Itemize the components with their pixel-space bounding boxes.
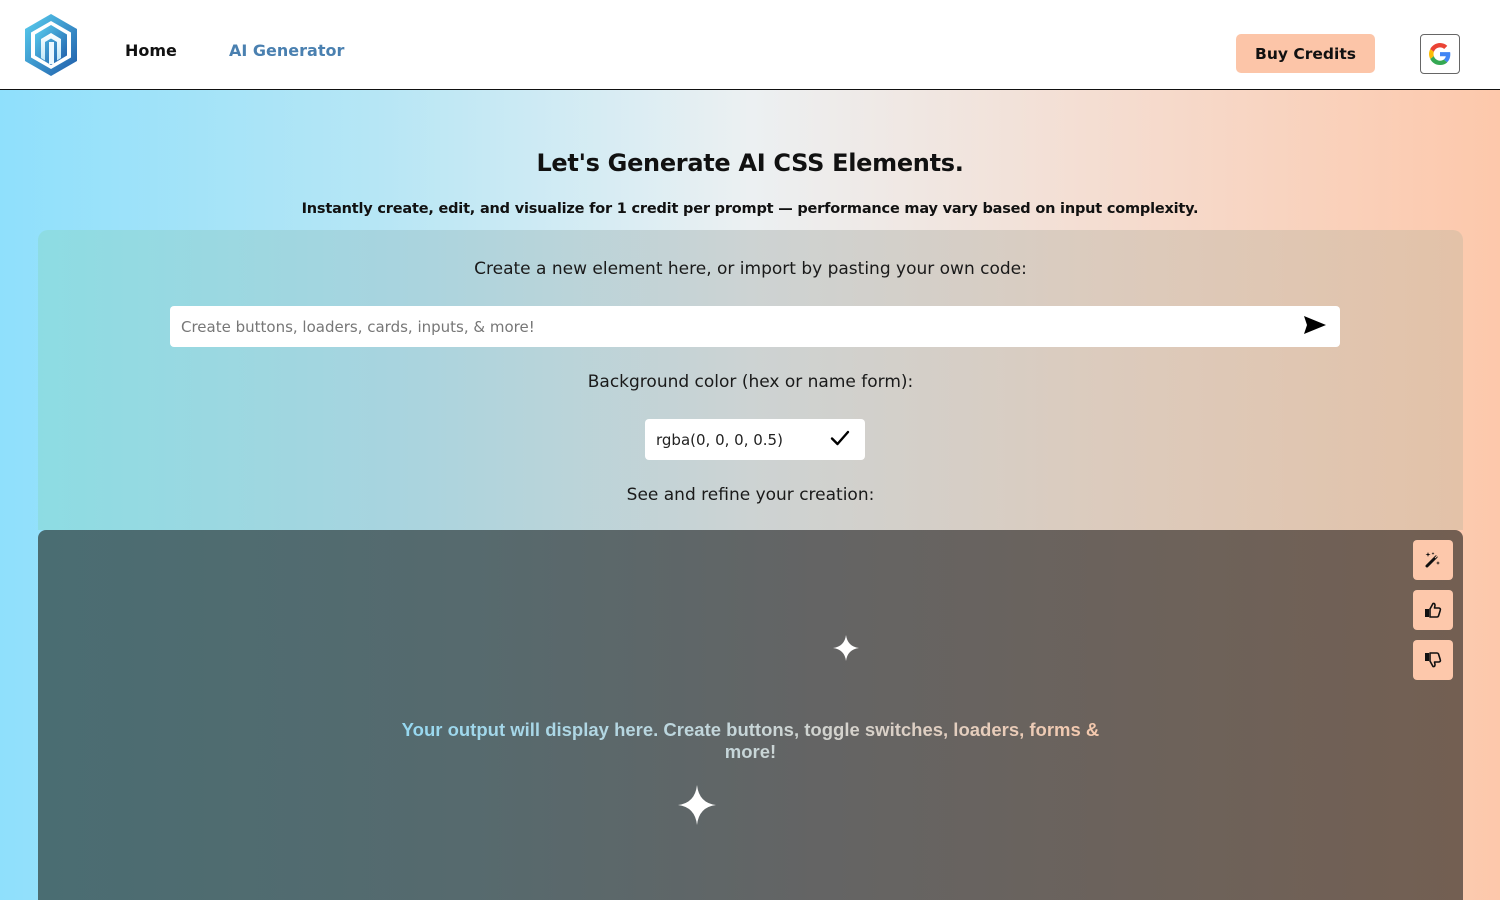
page-title: Let's Generate AI CSS Elements. xyxy=(536,149,964,177)
page-subtitle: Instantly create, edit, and visualize fo… xyxy=(301,201,1199,217)
checkmark-icon xyxy=(830,430,850,446)
google-icon xyxy=(1429,43,1451,65)
thumbs-up-icon xyxy=(1425,602,1442,618)
google-sign-in-button[interactable] xyxy=(1420,34,1460,74)
output-placeholder: Your output will display here. Create bu… xyxy=(383,719,1118,762)
site-logo[interactable] xyxy=(22,12,80,78)
background-color-input[interactable] xyxy=(645,419,815,460)
output-placeholder-text: Your output will display here. Create bu… xyxy=(383,719,1118,763)
generator-section: Let's Generate AI CSS Elements. Instantl… xyxy=(0,90,1500,900)
buy-credits-button[interactable]: Buy Credits xyxy=(1236,34,1375,73)
top-navbar: Home AI Generator Buy Credits xyxy=(0,0,1500,90)
magic-wand-icon xyxy=(1425,552,1440,568)
thumbs-down-icon xyxy=(1425,652,1442,668)
thumbs-down-button[interactable] xyxy=(1413,640,1453,680)
send-button[interactable] xyxy=(1302,314,1328,338)
hexagon-logo-icon xyxy=(25,14,77,76)
prompt-field xyxy=(170,306,1340,347)
confirm-color-button[interactable] xyxy=(829,429,851,449)
send-icon xyxy=(1304,315,1326,334)
refine-label: See and refine your creation: xyxy=(626,485,875,505)
output-preview-area: Your output will display here. Create bu… xyxy=(38,530,1463,900)
sparkle-icon xyxy=(678,785,716,825)
refine-magic-button[interactable] xyxy=(1413,540,1453,580)
nav-home[interactable]: Home xyxy=(125,41,177,60)
background-color-label: Background color (hex or name form): xyxy=(587,372,914,392)
background-color-field xyxy=(645,419,865,460)
input-panel: Create a new element here, or import by … xyxy=(38,230,1463,530)
create-label: Create a new element here, or import by … xyxy=(474,259,1027,279)
nav-ai-generator[interactable]: AI Generator xyxy=(229,41,344,60)
thumbs-up-button[interactable] xyxy=(1413,590,1453,630)
sparkle-icon xyxy=(833,635,859,661)
prompt-input[interactable] xyxy=(170,306,1280,347)
